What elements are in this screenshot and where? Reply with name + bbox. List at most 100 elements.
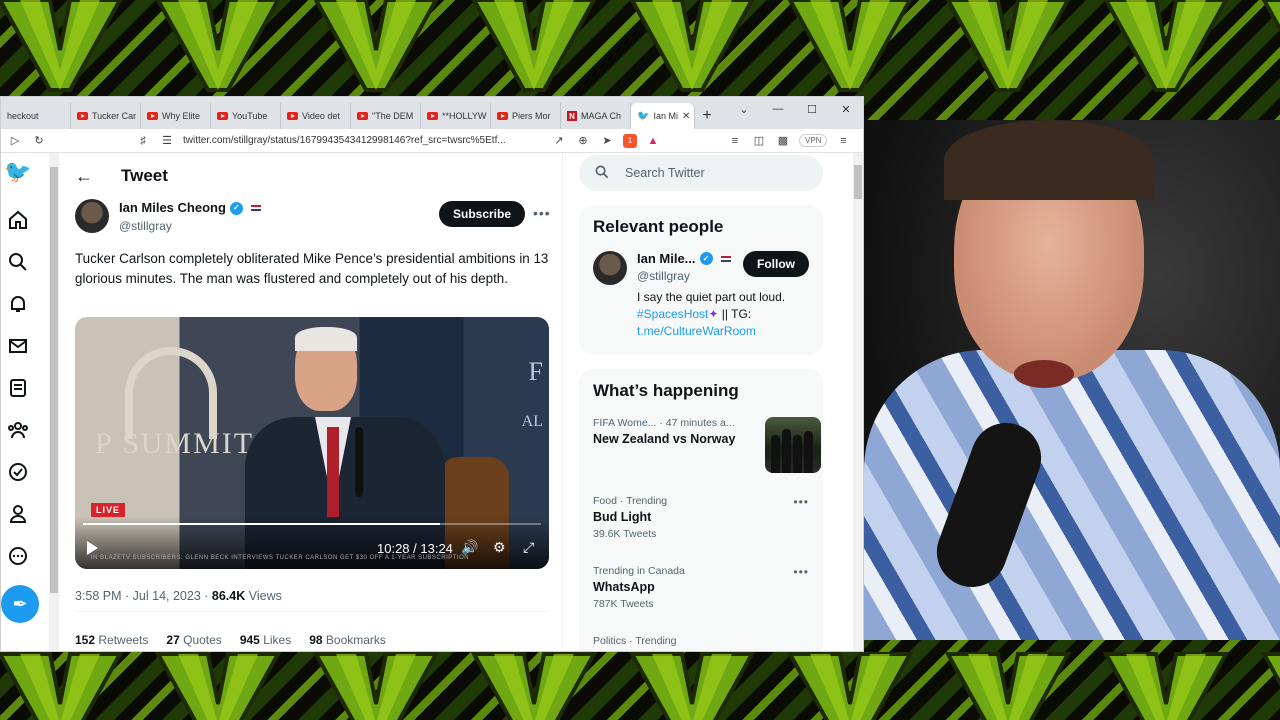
url-field[interactable]: twitter.com/stillgray/status/16799435434… — [183, 135, 543, 146]
divider — [75, 611, 549, 612]
notifications-bell-icon[interactable] — [5, 291, 31, 317]
site-info-icon[interactable]: ☰ — [159, 133, 175, 149]
browser-tab[interactable]: heckout — [1, 103, 71, 129]
youtube-icon — [427, 112, 438, 120]
tab-label: Tucker Car — [92, 111, 137, 121]
tab-close-icon[interactable]: ✕ — [682, 111, 690, 122]
background-logo-icon — [628, 652, 756, 720]
maximize-icon[interactable]: ☐ — [795, 97, 829, 121]
browser-tab-active[interactable]: 🐦 Ian Mi ✕ — [631, 103, 695, 129]
home-icon[interactable] — [5, 207, 31, 233]
twitter-bird-icon: 🐦 — [637, 110, 650, 122]
video-progress-fill — [83, 523, 441, 525]
tweet-author[interactable]: Ian Miles Cheong ✓ @stillgray — [75, 199, 261, 235]
messages-envelope-icon[interactable] — [5, 333, 31, 359]
verified-check-icon: ✓ — [699, 252, 713, 265]
reload-icon[interactable]: ↻ — [31, 133, 47, 149]
verified-check-icon: ✓ — [229, 201, 243, 215]
scrollbar-thumb[interactable] — [50, 167, 58, 593]
follow-button[interactable]: Follow — [743, 251, 809, 277]
background-logo-band-bottom — [0, 652, 1280, 720]
communities-icon[interactable] — [5, 417, 31, 443]
close-window-icon[interactable]: ✕ — [829, 97, 863, 121]
play-icon[interactable] — [87, 541, 98, 555]
browser-tab[interactable]: N MAGA Ch — [561, 103, 631, 129]
browser-tab[interactable]: Tucker Car — [71, 103, 141, 129]
verified-badge-icon[interactable] — [5, 459, 31, 485]
trend-item[interactable]: FIFA Wome... · 47 minutes a... New Zeala… — [593, 417, 821, 473]
profile-icon[interactable] — [5, 501, 31, 527]
tweet-text: Tucker Carlson completely obliterated Mi… — [75, 251, 549, 286]
trend-context: Food · Trending — [593, 495, 668, 507]
browser-tab[interactable]: Video det — [281, 103, 351, 129]
page-title: Tweet — [121, 166, 168, 185]
subscribe-button[interactable]: Subscribe — [439, 201, 526, 227]
browser-tab[interactable]: "The DEM — [351, 103, 421, 129]
trend-item[interactable]: Trending in Canada WhatsApp 787K Tweets … — [593, 565, 809, 610]
brave-shield-icon[interactable]: 1 — [623, 133, 637, 148]
hashtag-link[interactable]: #SpacesHost — [637, 307, 708, 321]
playlist-icon[interactable]: ≡ — [727, 133, 743, 149]
twitter-logo-icon[interactable]: 🐦 — [4, 159, 31, 185]
sidebar-toggle-icon[interactable]: ◫ — [751, 133, 767, 149]
trend-item[interactable]: Food · Trending Bud Light 39.6K Tweets •… — [593, 495, 809, 540]
right-scrollbar[interactable] — [853, 153, 863, 651]
volume-icon[interactable]: 🔊 — [461, 539, 478, 556]
back-arrow-icon[interactable]: ← — [75, 166, 93, 187]
search-input[interactable]: Search Twitter — [579, 155, 823, 191]
explore-search-icon[interactable] — [5, 249, 31, 275]
browser-tab[interactable]: Piers Mor — [491, 103, 561, 129]
wallet-icon[interactable]: ▩ — [775, 133, 791, 149]
youtube-icon — [217, 112, 228, 120]
send-icon[interactable]: ➤ — [599, 133, 615, 149]
youtube-icon — [147, 112, 158, 120]
compose-tweet-button[interactable]: ✒ — [1, 585, 39, 623]
author-handle[interactable]: @stillgray — [119, 217, 261, 235]
bookmark-icon[interactable]: ♯ — [135, 133, 151, 149]
scrollbar-thumb[interactable] — [854, 165, 862, 199]
retweets-stat[interactable]: 152 Retweets — [75, 633, 148, 647]
browser-tab[interactable]: **HOLLYW — [421, 103, 491, 129]
video-player[interactable]: P SUMMIT F AL LIVE IN BLAZETV SUBSCRIBER… — [75, 317, 549, 569]
tab-label: **HOLLYW — [442, 111, 487, 121]
new-tab-button[interactable]: + — [695, 103, 719, 129]
lists-icon[interactable] — [5, 375, 31, 401]
share-page-icon[interactable]: ↗ — [551, 133, 567, 149]
fullscreen-icon[interactable]: ⤢ — [523, 539, 534, 556]
person-handle[interactable]: @stillgray — [637, 269, 690, 283]
avatar[interactable] — [75, 199, 109, 233]
trend-item[interactable]: Politics · Trending — [593, 635, 809, 647]
background-logo-icon — [629, 0, 755, 92]
zoom-icon[interactable]: ⊕ — [575, 133, 591, 149]
left-scrollbar[interactable] — [49, 153, 59, 651]
menu-icon[interactable]: ≡ — [835, 133, 851, 149]
tweet-date[interactable]: Jul 14, 2023 — [133, 589, 201, 603]
quotes-stat[interactable]: 27 Quotes — [166, 633, 221, 647]
more-icon[interactable]: ••• — [793, 495, 809, 509]
more-icon[interactable]: ••• — [533, 205, 551, 221]
trend-context: Politics · Trending — [593, 635, 677, 647]
netflix-icon: N — [567, 111, 577, 121]
rewards-icon[interactable]: ▲ — [645, 133, 661, 149]
tab-search-chevron-icon[interactable]: ⌄ — [727, 97, 761, 121]
bio-link[interactable]: t.me/CultureWarRoom — [637, 324, 756, 338]
likes-stat[interactable]: 945 Likes — [240, 633, 291, 647]
person-name[interactable]: Ian Mile... — [637, 251, 696, 266]
more-options-icon[interactable] — [5, 543, 31, 569]
minimize-icon[interactable]: — — [761, 97, 795, 121]
author-name[interactable]: Ian Miles Cheong — [119, 199, 226, 217]
relevant-person[interactable]: Ian Mile... ✓ @stillgray Follow I say th… — [579, 243, 823, 347]
forward-icon[interactable]: ▷ — [7, 133, 23, 149]
bookmarks-stat[interactable]: 98 Bookmarks — [309, 633, 386, 647]
browser-tab[interactable]: Why Elite — [141, 103, 211, 129]
background-logo-band-top — [0, 0, 1280, 96]
background-logo-icon — [471, 0, 597, 92]
avatar[interactable] — [593, 251, 627, 285]
settings-gear-icon[interactable]: ⚙ — [493, 539, 506, 556]
vpn-button[interactable]: VPN — [799, 134, 828, 147]
browser-tab[interactable]: YouTube — [211, 103, 281, 129]
background-logo-icon — [1102, 652, 1230, 720]
video-progress-bar[interactable] — [83, 523, 541, 525]
more-icon[interactable]: ••• — [793, 565, 809, 579]
tweet-time[interactable]: 3:58 PM — [75, 589, 122, 603]
